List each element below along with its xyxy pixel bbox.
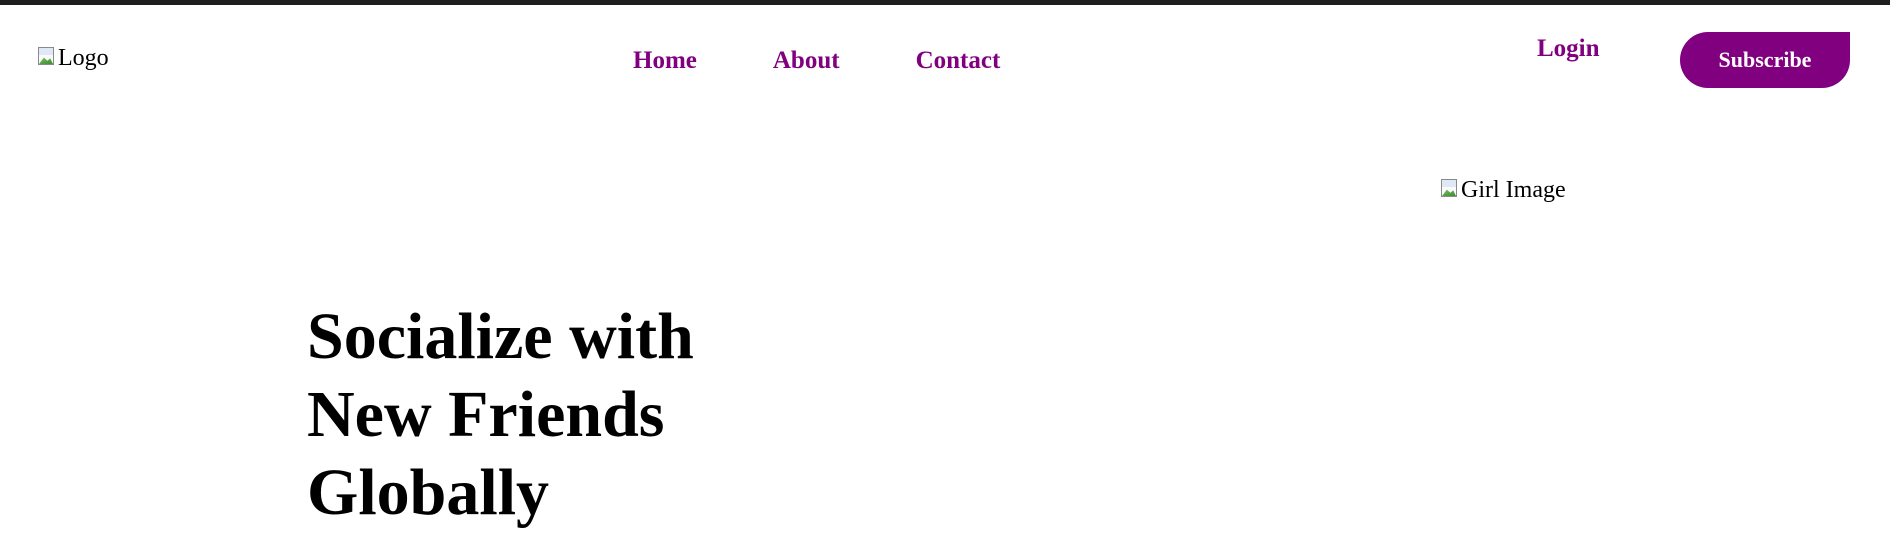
login-link[interactable]: Login (1537, 32, 1600, 66)
headline-line-3: Globally (307, 456, 550, 529)
broken-image-icon (1440, 178, 1460, 200)
nav-link-home[interactable]: Home (633, 44, 697, 78)
headline-line-2: New Friends (307, 378, 665, 451)
headline-line-1: Socialize with (307, 300, 694, 373)
nav-link-contact[interactable]: Contact (916, 44, 1001, 78)
broken-image-icon (37, 46, 57, 68)
hero-image: Girl Image (1440, 178, 1566, 202)
subscribe-button[interactable]: Subscribe (1680, 32, 1850, 88)
logo-link[interactable]: Logo (37, 46, 109, 70)
top-border-bar (0, 0, 1890, 5)
hero-image-alt-text: Girl Image (1461, 177, 1566, 203)
logo-alt-text: Logo (58, 45, 109, 71)
main-nav: Home About Contact (633, 44, 1000, 78)
hero-headline: Socialize with New Friends Globally (307, 298, 867, 532)
nav-link-about[interactable]: About (773, 44, 840, 78)
